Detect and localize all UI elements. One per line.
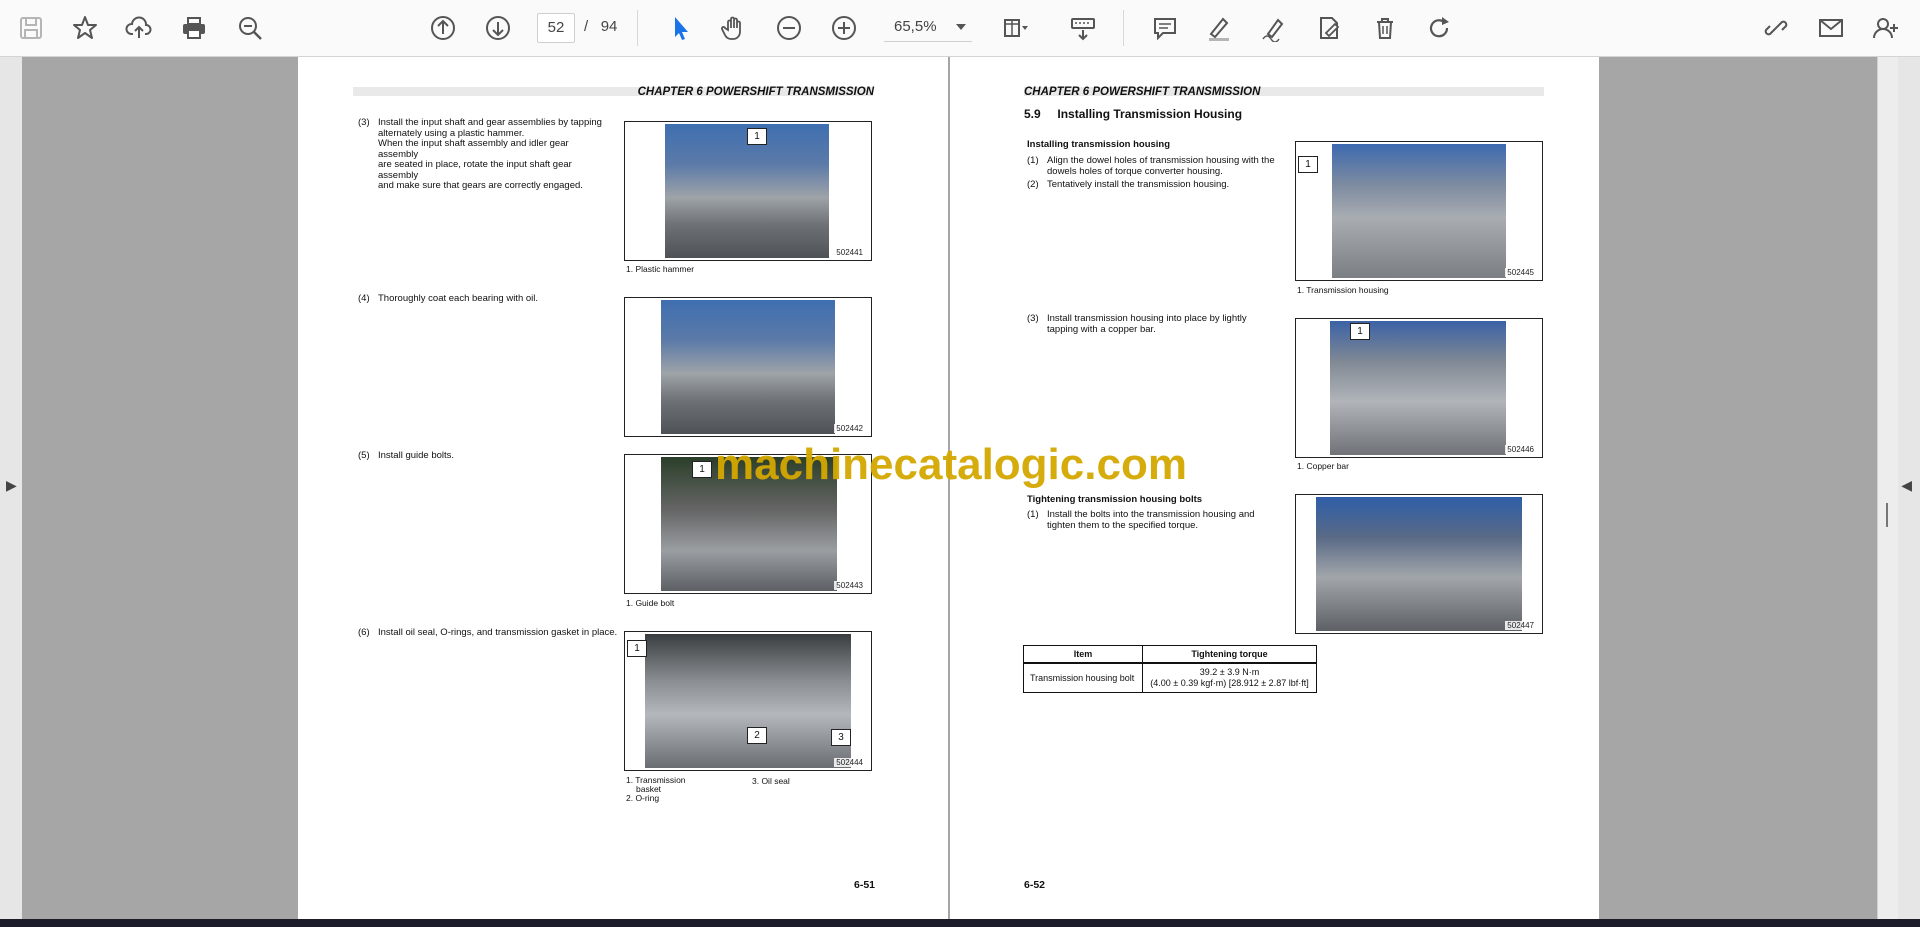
subsection-heading: Installing transmission housing xyxy=(1027,139,1171,150)
watermark-text: machinecatalogic.com xyxy=(715,440,1187,489)
zoom-out-icon[interactable] xyxy=(771,10,807,46)
figure-photo: 502447 xyxy=(1295,494,1543,634)
sign-icon[interactable] xyxy=(1256,10,1292,46)
print-icon[interactable] xyxy=(176,10,212,46)
save-icon[interactable] xyxy=(13,10,49,46)
figure-photo: 1 502441 xyxy=(624,121,872,261)
email-icon[interactable] xyxy=(1813,10,1849,46)
torque-table: Item Tightening torque Transmission hous… xyxy=(1023,645,1318,693)
figure-caption: 1. Transmission housing xyxy=(1297,285,1389,295)
hand-tool-icon[interactable] xyxy=(716,10,752,46)
figure-caption: 1. Copper bar xyxy=(1297,461,1349,471)
chevron-down-icon xyxy=(956,24,966,30)
figure-photo: 1 502446 xyxy=(1295,318,1543,458)
vertical-scrollbar[interactable] xyxy=(1877,57,1898,919)
expand-left-panel-icon[interactable]: ▶ xyxy=(6,477,17,494)
figure-photo: 502442 xyxy=(624,297,872,437)
subsection-heading: Tightening transmission housing bolts xyxy=(1027,494,1203,505)
page-up-icon[interactable] xyxy=(425,10,461,46)
page-down-icon[interactable] xyxy=(480,10,516,46)
acrobat-toolbar: 52 / 94 65,5% xyxy=(0,0,1920,57)
rotate-icon[interactable] xyxy=(1421,10,1457,46)
table-row: Transmission housing bolt 39.2 ± 3.9 N·m… xyxy=(1023,662,1318,693)
figure-photo: 1 2 3 502444 xyxy=(624,631,872,771)
figure-caption: 1. Guide bolt xyxy=(626,598,675,608)
figure-photo: 1 502445 xyxy=(1295,141,1543,281)
upload-cloud-icon[interactable] xyxy=(121,10,157,46)
figure-caption: 1. Transmission basket 2. O-ring xyxy=(626,775,686,803)
share-link-icon[interactable] xyxy=(1758,10,1794,46)
figure-caption: 1. Plastic hammer xyxy=(626,264,695,274)
page-number: 6-52 xyxy=(1024,879,1046,891)
zoom-out-search-icon[interactable] xyxy=(232,10,268,46)
delete-trash-icon[interactable] xyxy=(1367,10,1403,46)
figure-caption: 3. Oil seal xyxy=(752,776,790,786)
section-heading: 5.9 Installing Transmission Housing xyxy=(1024,107,1243,121)
table-header: Item xyxy=(1023,645,1143,664)
export-edit-icon[interactable] xyxy=(1311,10,1347,46)
zoom-in-icon[interactable] xyxy=(826,10,862,46)
page-total: / 94 xyxy=(584,18,618,35)
page-number-input[interactable]: 52 xyxy=(537,13,575,43)
bottom-strip xyxy=(0,919,1920,927)
keyboard-scroll-icon[interactable] xyxy=(1065,10,1101,46)
page-fit-icon[interactable] xyxy=(996,10,1032,46)
expand-right-panel-icon[interactable]: ◀ xyxy=(1901,477,1912,494)
select-cursor-icon[interactable] xyxy=(662,10,698,46)
add-user-icon[interactable] xyxy=(1868,10,1904,46)
page-number: 6-51 xyxy=(854,879,876,891)
zoom-level-select[interactable]: 65,5% xyxy=(884,13,972,42)
highlight-pen-icon[interactable] xyxy=(1201,10,1237,46)
chapter-heading: CHAPTER 6 POWERSHIFT TRANSMISSION xyxy=(1024,86,1261,98)
table-header: Tightening torque xyxy=(1141,645,1318,664)
comment-icon[interactable] xyxy=(1147,10,1183,46)
chapter-heading: CHAPTER 6 POWERSHIFT TRANSMISSION xyxy=(637,86,874,98)
bookmark-star-icon[interactable] xyxy=(67,10,103,46)
